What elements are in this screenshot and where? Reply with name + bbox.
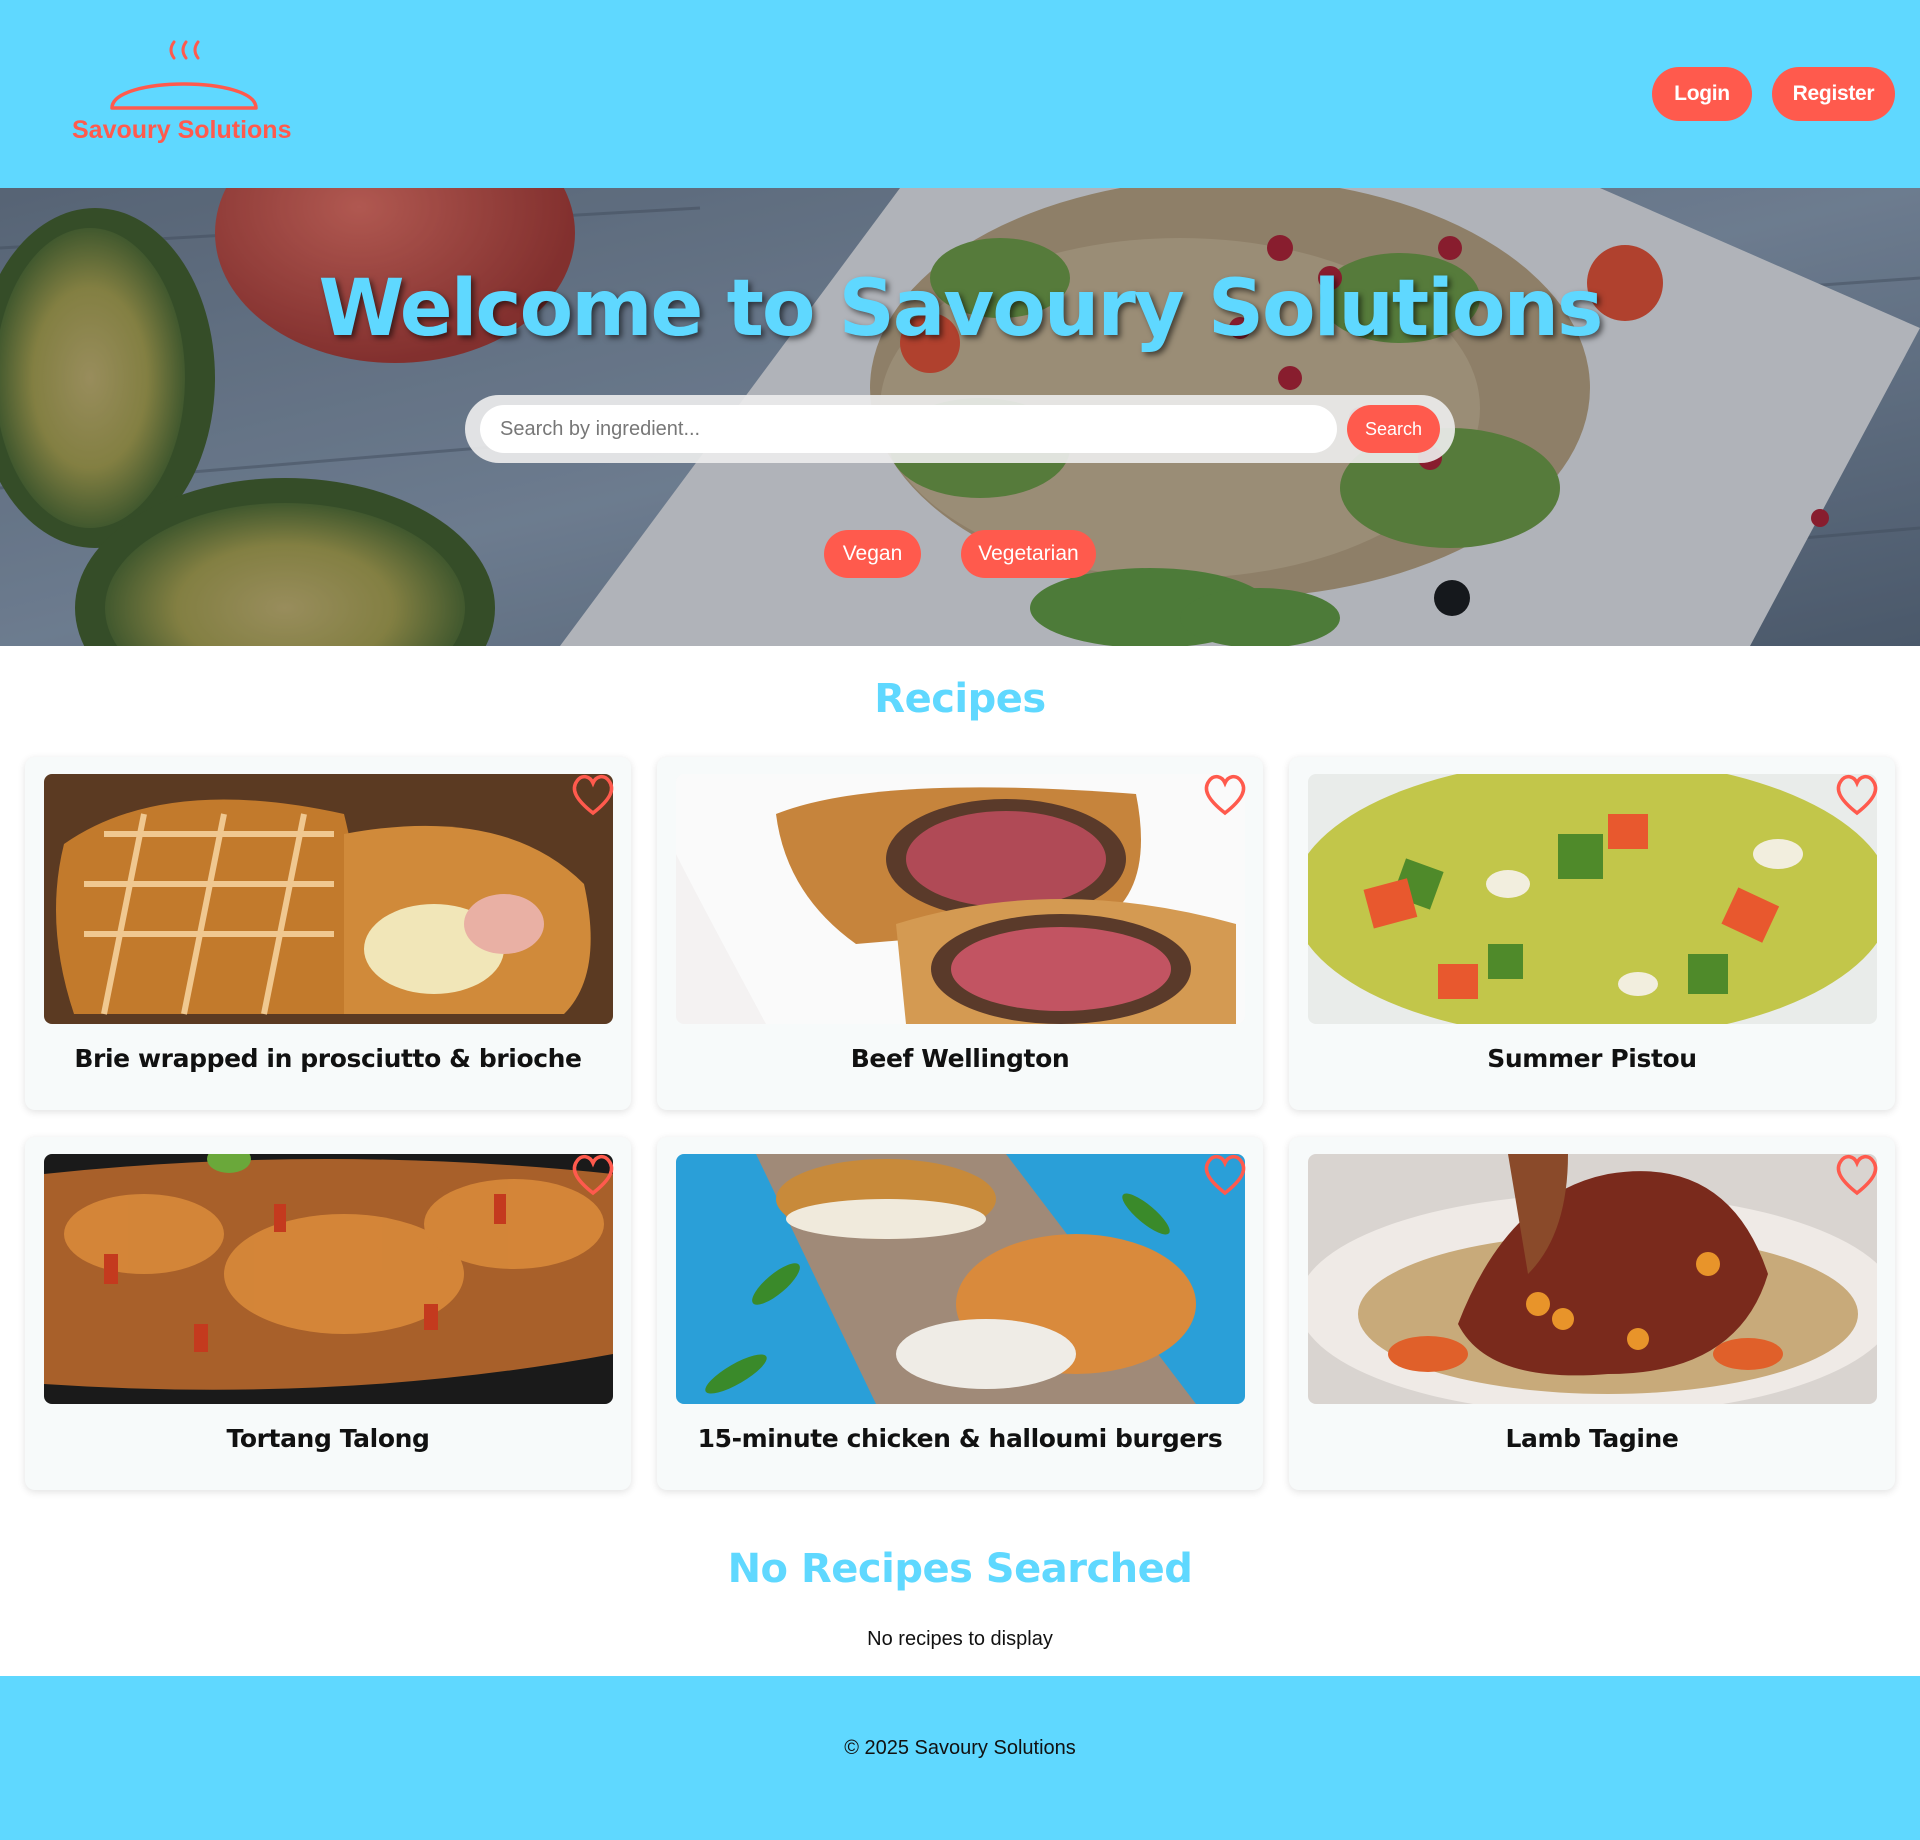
- register-button[interactable]: Register: [1772, 67, 1895, 121]
- recipe-title[interactable]: Tortang Talong: [25, 1424, 631, 1453]
- recipe-image: [1308, 1154, 1877, 1404]
- recipe-card[interactable]: 15-minute chicken & halloumi burgers: [657, 1137, 1263, 1490]
- login-button[interactable]: Login: [1652, 67, 1752, 121]
- site-footer: © 2025 Savoury Solutions: [0, 1676, 1920, 1840]
- heart-icon[interactable]: [1201, 771, 1249, 817]
- logo[interactable]: Savoury Solutions: [68, 36, 298, 151]
- recipe-image: [44, 774, 613, 1024]
- recipe-card[interactable]: Beef Wellington: [657, 757, 1263, 1110]
- filter-vegan-button[interactable]: Vegan: [824, 530, 921, 578]
- hero-banner: Welcome to Savoury Solutions Search Vega…: [0, 188, 1920, 646]
- heart-icon[interactable]: [569, 1151, 617, 1197]
- recipe-title[interactable]: Beef Wellington: [657, 1044, 1263, 1073]
- recipes-heading: Recipes: [874, 676, 1046, 722]
- heart-icon[interactable]: [1201, 1151, 1249, 1197]
- search-input[interactable]: [480, 405, 1337, 453]
- heart-icon[interactable]: [1833, 771, 1881, 817]
- heart-icon[interactable]: [1833, 1151, 1881, 1197]
- recipe-card[interactable]: Brie wrapped in prosciutto & brioche: [25, 757, 631, 1110]
- site-header: Savoury Solutions Login Register: [0, 0, 1920, 188]
- search-button[interactable]: Search: [1347, 405, 1440, 453]
- empty-results-text: No recipes to display: [867, 1628, 1053, 1650]
- recipe-card[interactable]: Lamb Tagine: [1289, 1137, 1895, 1490]
- recipe-image: [676, 1154, 1245, 1404]
- recipe-card[interactable]: Tortang Talong: [25, 1137, 631, 1490]
- search-results-heading: No Recipes Searched: [727, 1546, 1193, 1592]
- recipe-card[interactable]: Summer Pistou: [1289, 757, 1895, 1110]
- logo-text: Savoury Solutions: [72, 116, 292, 144]
- recipe-image: [1308, 774, 1877, 1024]
- filter-vegetarian-button[interactable]: Vegetarian: [961, 530, 1096, 578]
- recipe-title[interactable]: Brie wrapped in prosciutto & brioche: [25, 1044, 631, 1073]
- hero-title: Welcome to Savoury Solutions: [318, 264, 1604, 354]
- recipe-title[interactable]: Lamb Tagine: [1289, 1424, 1895, 1453]
- recipe-image: [676, 774, 1245, 1024]
- heart-icon[interactable]: [569, 771, 617, 817]
- search-bar: Search: [465, 395, 1455, 463]
- recipe-image: [44, 1154, 613, 1404]
- cloche-icon: [110, 40, 258, 110]
- copyright-text: © 2025 Savoury Solutions: [844, 1737, 1076, 1759]
- recipe-title[interactable]: Summer Pistou: [1289, 1044, 1895, 1073]
- recipe-title[interactable]: 15-minute chicken & halloumi burgers: [657, 1424, 1263, 1453]
